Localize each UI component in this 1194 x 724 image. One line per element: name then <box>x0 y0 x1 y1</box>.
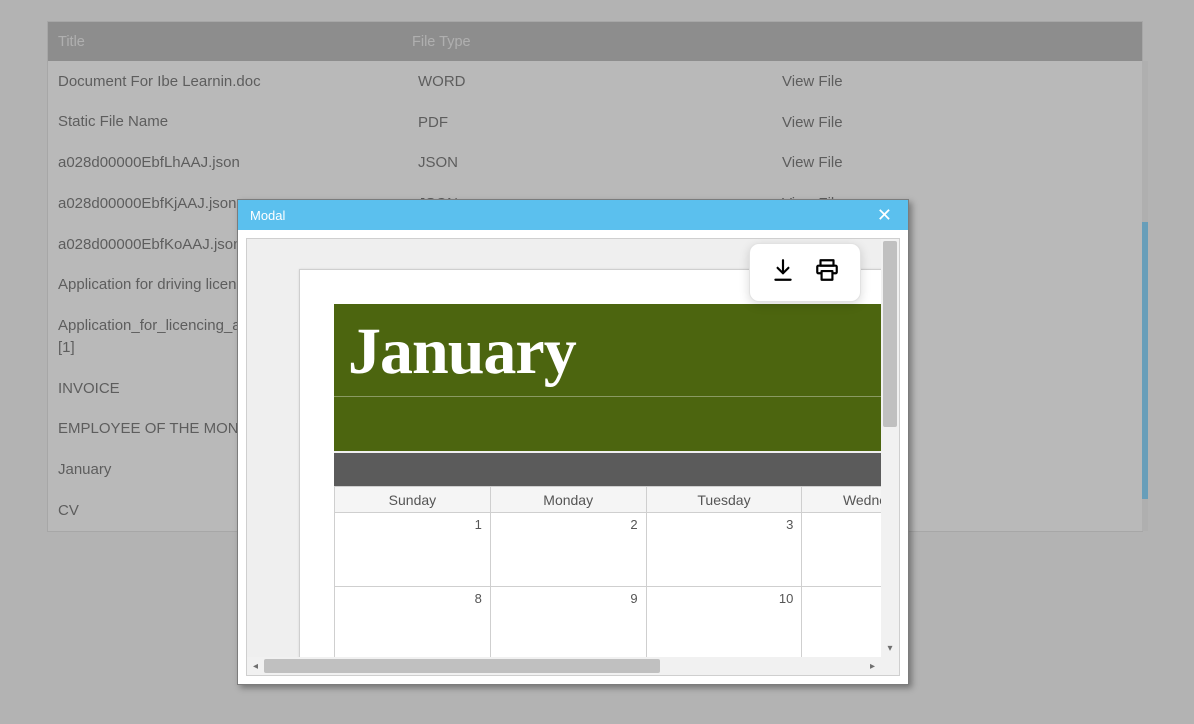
day-header: Tuesday <box>646 487 802 513</box>
modal-body: January Sunday Monday Tuesday Wednesday … <box>238 230 908 684</box>
viewer-scrollbar-horizontal[interactable]: ◂ ▸ <box>247 657 881 675</box>
scroll-down-icon[interactable]: ▾ <box>881 639 899 657</box>
document-viewer: January Sunday Monday Tuesday Wednesday … <box>246 238 900 676</box>
day-header: Sunday <box>335 487 491 513</box>
print-icon[interactable] <box>814 257 840 288</box>
close-icon[interactable]: ✕ <box>873 206 896 224</box>
scroll-right-icon[interactable]: ▸ <box>864 657 881 675</box>
document-viewport[interactable]: January Sunday Monday Tuesday Wednesday … <box>247 239 881 657</box>
viewer-scrollbar-vertical[interactable]: ▾ <box>881 239 899 657</box>
modal-titlebar[interactable]: Modal ✕ <box>238 200 908 230</box>
calendar-cell: 10 <box>646 587 802 658</box>
calendar-cell: 2 <box>490 513 646 587</box>
scroll-left-icon[interactable]: ◂ <box>247 657 264 675</box>
calendar-subheader <box>334 451 881 486</box>
download-icon[interactable] <box>770 257 796 288</box>
viewer-scrollbar-corner <box>881 657 899 675</box>
calendar-cell: 8 <box>335 587 491 658</box>
viewer-toolbar <box>749 243 861 302</box>
calendar-cell: 9 <box>490 587 646 658</box>
day-header: Monday <box>490 487 646 513</box>
day-header: Wednesday <box>802 487 881 513</box>
calendar-cell: 11 <box>802 587 881 658</box>
viewer-scrollbar-thumb-horizontal[interactable] <box>264 659 660 673</box>
document-page: January Sunday Monday Tuesday Wednesday … <box>299 269 881 657</box>
calendar-grid: Sunday Monday Tuesday Wednesday Thursday… <box>334 486 881 657</box>
modal-title: Modal <box>250 208 285 223</box>
viewer-scrollbar-thumb-vertical[interactable] <box>883 241 897 427</box>
calendar-cell: 3 <box>646 513 802 587</box>
calendar-cell: 1 <box>335 513 491 587</box>
calendar-title-banner: January <box>334 304 881 451</box>
file-preview-modal: Modal ✕ <box>237 199 909 685</box>
banner-divider <box>334 396 881 397</box>
calendar-month-title: January <box>334 304 881 390</box>
calendar-cell: 4 <box>802 513 881 587</box>
